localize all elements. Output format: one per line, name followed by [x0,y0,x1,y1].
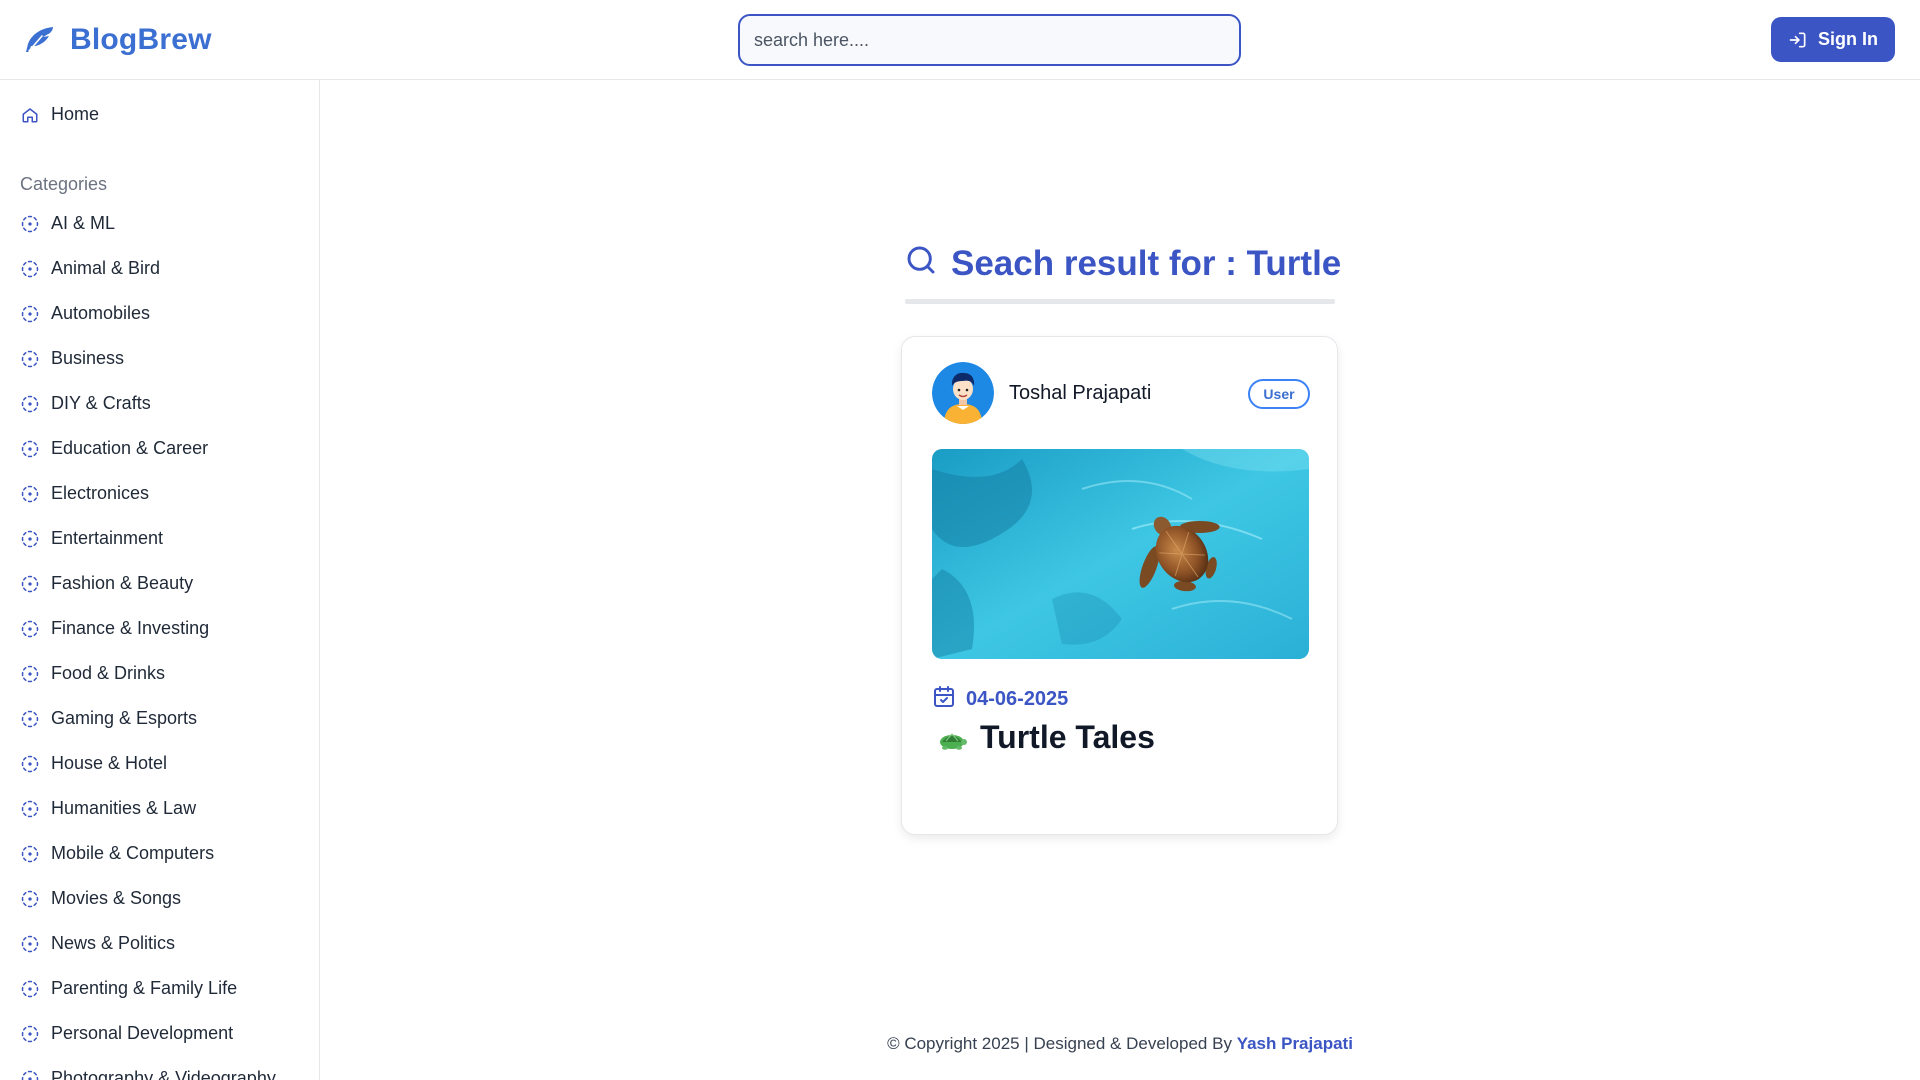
sidebar-category-item[interactable]: House & Hotel [20,753,167,774]
dashed-circle-icon [20,394,40,414]
blog-post-card[interactable]: Toshal Prajapati User 04-06-2025 Turtle … [901,336,1338,835]
dashed-circle-icon [20,664,40,684]
dashed-circle-icon [20,349,40,369]
developer-link[interactable]: Yash Prajapati [1237,1034,1353,1053]
sidebar-category-item[interactable]: Animal & Bird [20,258,160,279]
sidebar-category-item[interactable]: Education & Career [20,438,208,459]
sidebar-category-item[interactable]: News & Politics [20,933,175,954]
sidebar-item-label: Movies & Songs [51,888,182,908]
dashed-circle-icon [20,754,40,774]
home-icon [20,105,40,125]
avatar [932,362,994,424]
dashed-circle-icon [20,709,40,729]
sidebar-category-item[interactable]: Gaming & Esports [20,708,197,729]
brand[interactable]: BlogBrew [22,20,212,60]
sidebar-item-label: News & Politics [51,933,176,953]
sidebar-item-label: Humanities & Law [51,798,197,818]
role-badge: User [1248,379,1310,409]
sidebar-category-item[interactable]: Entertainment [20,528,163,549]
search-box[interactable] [738,14,1241,66]
sidebar-category-item[interactable]: Fashion & Beauty [20,573,193,594]
sidebar-category-item[interactable]: Mobile & Computers [20,843,214,864]
sidebar-item-label: Finance & Investing [51,618,210,638]
sidebar-category-item[interactable]: Humanities & Law [20,798,196,819]
sidebar-category-item[interactable]: Parenting & Family Life [20,978,237,999]
footer: © Copyright 2025 | Designed & Developed … [0,1034,1920,1054]
search-icon [905,244,937,285]
dashed-circle-icon [20,979,40,999]
sidebar-item-label: Education & Career [51,438,209,458]
post-author[interactable]: Toshal Prajapati [932,362,1151,424]
sidebar-item-label: Photography & Videography [51,1068,276,1080]
heading-underline [905,299,1335,304]
dashed-circle-icon [20,1069,40,1080]
post-title-row[interactable]: Turtle Tales [936,719,1155,756]
sidebar-item-label: House & Hotel [51,753,168,773]
top-header: BlogBrew Sign In [0,0,1920,80]
brand-name: BlogBrew [70,23,212,56]
post-image[interactable] [932,449,1309,659]
sidebar-item-home[interactable]: Home [20,104,99,125]
sidebar-item-label: DIY & Crafts [51,393,151,413]
calendar-icon [932,685,956,714]
sidebar-category-item[interactable]: DIY & Crafts [20,393,151,414]
sidebar-category-item[interactable]: Movies & Songs [20,888,181,909]
sidebar-category-item[interactable]: AI & ML [20,213,115,234]
dashed-circle-icon [20,889,40,909]
sidebar-item-label: Electronices [51,483,150,503]
dashed-circle-icon [20,304,40,324]
sidebar-item-label: Fashion & Beauty [51,573,194,593]
turtle-emoji-icon [936,725,968,751]
dashed-circle-icon [20,529,40,549]
dashed-circle-icon [20,214,40,234]
post-date: 04-06-2025 [932,685,1068,714]
sign-in-icon [1788,30,1808,50]
author-name: Toshal Prajapati [1009,381,1152,404]
copyright-text: © Copyright 2025 | Designed & Developed … [887,1034,1232,1053]
dashed-circle-icon [20,934,40,954]
sidebar-category-item[interactable]: Finance & Investing [20,618,209,639]
sidebar-item-label: Business [51,348,125,368]
sidebar-category-item[interactable]: Automobiles [20,303,150,324]
dashed-circle-icon [20,259,40,279]
sidebar-item-label: Entertainment [51,528,164,548]
sign-in-label: Sign In [1818,29,1878,49]
sidebar-item-label: Animal & Bird [51,258,161,278]
dashed-circle-icon [20,484,40,504]
sidebar-category-item[interactable]: Food & Drinks [20,663,165,684]
dashed-circle-icon [20,439,40,459]
sidebar: Home Categories AI & ML Animal & Bird Auto… [0,80,320,1080]
sidebar-category-item[interactable]: Business [20,348,124,369]
post-title: Turtle Tales [980,719,1155,755]
feather-logo-icon [22,23,56,57]
sidebar-category-item[interactable]: Electronices [20,483,149,504]
sidebar-item-label: Food & Drinks [51,663,166,683]
search-result-heading: Seach result for : Turtle [905,238,1341,290]
sidebar-item-label: AI & ML [51,213,116,233]
sidebar-item-label: Parenting & Family Life [51,978,238,998]
categories-heading: Categories [20,174,108,194]
dashed-circle-icon [20,619,40,639]
post-date-text: 04-06-2025 [966,688,1069,710]
dashed-circle-icon [20,574,40,594]
search-result-text: Seach result for : Turtle [951,244,1342,283]
sidebar-item-label: Automobiles [51,303,151,323]
sidebar-item-label: Home [51,104,100,124]
search-input[interactable] [754,29,1225,51]
dashed-circle-icon [20,799,40,819]
dashed-circle-icon [20,844,40,864]
sign-in-button[interactable]: Sign In [1771,17,1895,62]
sidebar-item-label: Gaming & Esports [51,708,198,728]
sidebar-category-item[interactable]: Photography & Videography [20,1068,276,1080]
sidebar-item-label: Mobile & Computers [51,843,215,863]
